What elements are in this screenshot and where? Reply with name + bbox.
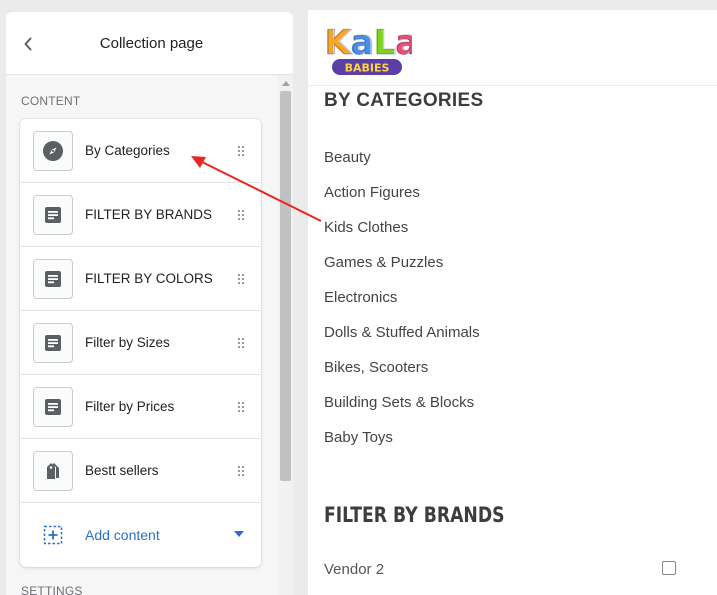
category-link[interactable]: Electronics <box>324 286 480 321</box>
content-blocks-card: By Categories FILTER BY BRANDS FILTER BY… <box>20 119 261 567</box>
scrollbar-thumb[interactable] <box>280 91 291 481</box>
block-filter-by-brands[interactable]: FILTER BY BRANDS <box>20 183 261 247</box>
category-link[interactable]: Action Figures <box>324 181 480 216</box>
svg-text:KaLa: KaLa <box>325 23 412 63</box>
panel-title: Collection page <box>99 34 204 52</box>
category-link[interactable]: Building Sets & Blocks <box>324 391 480 426</box>
drag-handle-icon[interactable] <box>237 145 245 157</box>
store-header: KaLa KaLa BABIES <box>308 10 717 86</box>
category-link[interactable]: Games & Puzzles <box>324 251 480 286</box>
block-label: Filter by Prices <box>85 399 175 414</box>
editor-panel: Collection page CONTENT By Categories FI… <box>6 12 293 595</box>
panel-body: CONTENT By Categories FILTER BY BRANDS F… <box>6 75 278 595</box>
scroll-up-arrow-icon[interactable] <box>282 81 290 86</box>
block-label: By Categories <box>85 143 170 158</box>
drag-handle-icon[interactable] <box>237 209 245 221</box>
block-label: Filter by Sizes <box>85 335 170 350</box>
chevron-left-icon <box>24 37 32 51</box>
block-label: FILTER BY COLORS <box>85 271 213 286</box>
text-block-icon <box>33 387 73 427</box>
add-block-icon <box>43 525 63 545</box>
block-filter-by-colors[interactable]: FILTER BY COLORS <box>20 247 261 311</box>
panel-header: Collection page <box>6 12 293 75</box>
block-label: Bestt sellers <box>85 463 159 478</box>
brand-filter-row[interactable]: Vendor 2 <box>324 557 676 581</box>
compass-icon <box>33 131 73 171</box>
block-label: FILTER BY BRANDS <box>85 207 213 222</box>
brand-checkbox[interactable] <box>662 561 676 575</box>
add-content-button[interactable]: Add content <box>20 503 261 566</box>
store-preview: KaLa KaLa BABIES BY CATEGORIES Beauty Ac… <box>308 10 717 595</box>
text-block-icon <box>33 323 73 363</box>
drag-handle-icon[interactable] <box>237 337 245 349</box>
text-block-icon <box>33 259 73 299</box>
category-link[interactable]: Bikes, Scooters <box>324 356 480 391</box>
block-filter-by-sizes[interactable]: Filter by Sizes <box>20 311 261 375</box>
block-by-categories[interactable]: By Categories <box>20 119 261 183</box>
drag-handle-icon[interactable] <box>237 273 245 285</box>
panel-scrollbar[interactable] <box>278 75 293 595</box>
caret-down-icon[interactable] <box>234 531 244 537</box>
block-best-sellers[interactable]: Bestt sellers <box>20 439 261 503</box>
brand-label: Vendor 2 <box>324 560 385 578</box>
content-section-label: CONTENT <box>21 94 81 108</box>
brands-heading: FILTER BY BRANDS <box>324 503 505 527</box>
drag-handle-icon[interactable] <box>237 401 245 413</box>
categories-list: Beauty Action Figures Kids Clothes Games… <box>324 146 480 461</box>
back-button[interactable] <box>16 32 40 56</box>
text-block-icon <box>33 195 73 235</box>
settings-section-label: SETTINGS <box>21 584 83 595</box>
kala-babies-logo[interactable]: KaLa KaLa BABIES <box>322 20 412 78</box>
tags-icon <box>33 451 73 491</box>
svg-text:BABIES: BABIES <box>345 62 390 75</box>
category-link[interactable]: Dolls & Stuffed Animals <box>324 321 480 356</box>
category-link[interactable]: Baby Toys <box>324 426 480 461</box>
category-link[interactable]: Beauty <box>324 146 480 181</box>
drag-handle-icon[interactable] <box>237 465 245 477</box>
add-content-label: Add content <box>85 526 160 543</box>
block-filter-by-prices[interactable]: Filter by Prices <box>20 375 261 439</box>
category-link[interactable]: Kids Clothes <box>324 216 480 251</box>
categories-heading: BY CATEGORIES <box>324 90 484 111</box>
